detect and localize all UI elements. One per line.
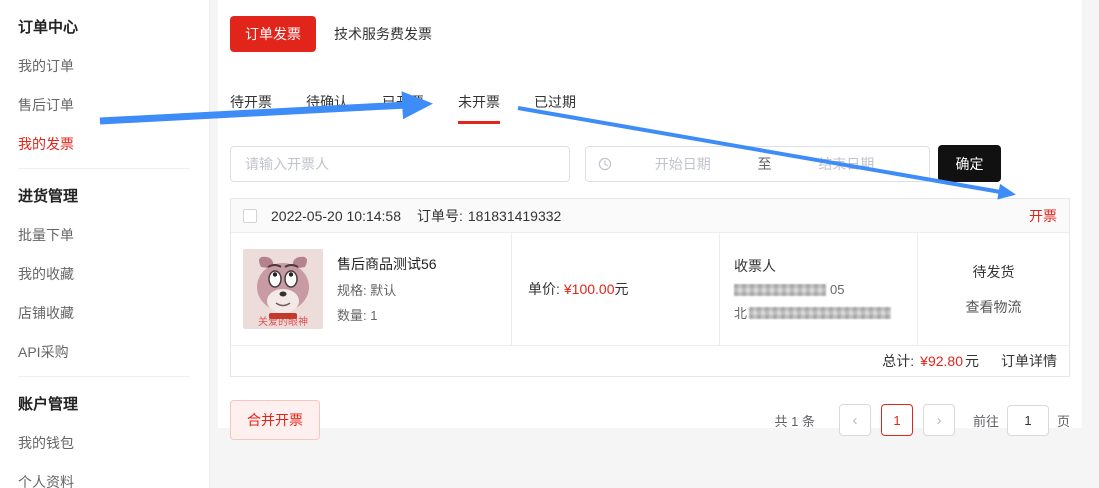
- order-card: 2022-05-20 10:14:58 订单号: 181831419332 开票: [230, 198, 1070, 377]
- end-date-placeholder[interactable]: 结束日期: [776, 154, 918, 174]
- tab-order-invoice[interactable]: 订单发票: [230, 16, 316, 52]
- order-card-body: 关爱的眼神 售后商品测试56 规格: 默认 数量: 1 单价: ¥100.00 …: [231, 233, 1069, 345]
- goto-page-input[interactable]: [1007, 405, 1049, 436]
- goto-page-label: 前往: [973, 411, 999, 430]
- sidebar-item-my-invoices[interactable]: 我的发票: [18, 134, 209, 154]
- view-logistics-link[interactable]: 查看物流: [966, 297, 1022, 317]
- order-no-value: 181831419332: [468, 208, 561, 224]
- product-quantity: 数量: 1: [337, 305, 437, 324]
- sidebar-item-my-wallet[interactable]: 我的钱包: [18, 433, 209, 453]
- tab-tech-service-fee-invoice[interactable]: 技术服务费发票: [334, 24, 432, 44]
- product-spec: 规格: 默认: [337, 280, 437, 299]
- confirm-button[interactable]: 确定: [938, 145, 1001, 182]
- receiver-title: 收票人: [734, 256, 917, 276]
- unit-price-amount: ¥100.00: [564, 281, 615, 297]
- order-select-checkbox[interactable]: [243, 209, 257, 223]
- sidebar-item-profile[interactable]: 个人资料: [18, 472, 209, 488]
- order-card-footer: 总计: ¥92.80 元 订单详情: [231, 345, 1069, 376]
- sidebar-title-account-management: 账户管理: [18, 393, 209, 414]
- sidebar: 订单中心 我的订单 售后订单 我的发票 进货管理 批量下单 我的收藏 店铺收藏 …: [0, 0, 210, 488]
- shipping-status: 待发货: [973, 262, 1015, 282]
- goto-page-unit: 页: [1057, 411, 1070, 430]
- start-date-placeholder[interactable]: 开始日期: [612, 154, 754, 174]
- sidebar-item-after-sales-orders[interactable]: 售后订单: [18, 95, 209, 115]
- order-no-label: 订单号:: [417, 206, 463, 226]
- next-page-button[interactable]: ›: [923, 404, 955, 436]
- receiver-phone-masked: 05: [734, 282, 917, 297]
- sidebar-item-my-favorites[interactable]: 我的收藏: [18, 264, 209, 284]
- invoice-status-tabs: 待开票 待确认 已开票 未开票 已过期: [230, 92, 1070, 124]
- sidebar-section-purchase-management: 进货管理 批量下单 我的收藏 店铺收藏 API采购: [0, 169, 209, 376]
- phone-visible-suffix: 05: [830, 282, 844, 297]
- order-detail-link[interactable]: 订单详情: [1001, 351, 1057, 371]
- unit-price-unit: 元: [615, 279, 629, 299]
- product-image[interactable]: 关爱的眼神: [243, 249, 323, 329]
- invoice-action-link[interactable]: 开票: [1029, 206, 1057, 226]
- invoice-panel: 订单发票 技术服务费发票 待开票 待确认 已开票 未开票 已过期 开始日期 至 …: [218, 0, 1082, 428]
- tab-expired[interactable]: 已过期: [534, 92, 576, 124]
- sidebar-section-order-center: 订单中心 我的订单 售后订单 我的发票: [0, 0, 209, 168]
- address-blur-mask: [749, 307, 891, 319]
- invoice-type-tabs: 订单发票 技术服务费发票: [230, 0, 1070, 52]
- product-cell: 关爱的眼神 售后商品测试56 规格: 默认 数量: 1: [231, 233, 511, 345]
- sidebar-item-api-purchase[interactable]: API采购: [18, 342, 209, 362]
- invoicer-search-input[interactable]: [230, 146, 570, 182]
- unit-price-label: 单价:: [528, 279, 560, 299]
- filter-row: 开始日期 至 结束日期 确定: [230, 145, 1070, 182]
- sidebar-section-account-management: 账户管理 我的钱包 个人资料 收件人管理: [0, 377, 209, 488]
- order-card-header: 2022-05-20 10:14:58 订单号: 181831419332 开票: [231, 199, 1069, 233]
- total-label: 总计:: [882, 351, 914, 371]
- address-visible-prefix: 北: [734, 303, 747, 322]
- current-page-button[interactable]: 1: [881, 404, 913, 436]
- tab-invoiced[interactable]: 已开票: [382, 92, 424, 124]
- sidebar-item-my-orders[interactable]: 我的订单: [18, 56, 209, 76]
- chevron-right-icon: ›: [936, 412, 941, 429]
- chevron-left-icon: ‹: [852, 412, 857, 429]
- total-unit: 元: [965, 351, 979, 371]
- receiver-address-masked: 北: [734, 303, 917, 322]
- bottom-row: 合并开票 共 1 条 ‹ 1 › 前往 页: [230, 400, 1070, 440]
- product-image-caption: 关爱的眼神: [258, 315, 308, 328]
- merge-invoice-button[interactable]: 合并开票: [230, 400, 320, 440]
- order-datetime: 2022-05-20 10:14:58: [271, 208, 401, 224]
- status-cell: 待发货 查看物流: [917, 233, 1069, 345]
- pagination: 共 1 条 ‹ 1 › 前往 页: [775, 404, 1071, 436]
- clock-icon: [598, 157, 612, 171]
- sidebar-item-batch-order[interactable]: 批量下单: [18, 225, 209, 245]
- date-separator: 至: [754, 154, 776, 174]
- product-info: 售后商品测试56 规格: 默认 数量: 1: [337, 254, 437, 324]
- receiver-cell: 收票人 05 北: [719, 233, 917, 345]
- sidebar-item-shop-favorites[interactable]: 店铺收藏: [18, 303, 209, 323]
- prev-page-button[interactable]: ‹: [839, 404, 871, 436]
- tab-to-confirm[interactable]: 待确认: [306, 92, 348, 124]
- unit-price-cell: 单价: ¥100.00 元: [511, 233, 719, 345]
- sidebar-title-order-center: 订单中心: [18, 16, 209, 37]
- pagination-total: 共 1 条: [775, 411, 815, 430]
- total-amount: ¥92.80: [920, 353, 963, 369]
- sidebar-title-purchase-management: 进货管理: [18, 185, 209, 206]
- date-range-picker[interactable]: 开始日期 至 结束日期: [585, 146, 930, 182]
- product-name[interactable]: 售后商品测试56: [337, 254, 437, 274]
- phone-blur-mask: [734, 284, 826, 296]
- tab-not-invoiced[interactable]: 未开票: [458, 92, 500, 124]
- tab-to-invoice[interactable]: 待开票: [230, 92, 272, 124]
